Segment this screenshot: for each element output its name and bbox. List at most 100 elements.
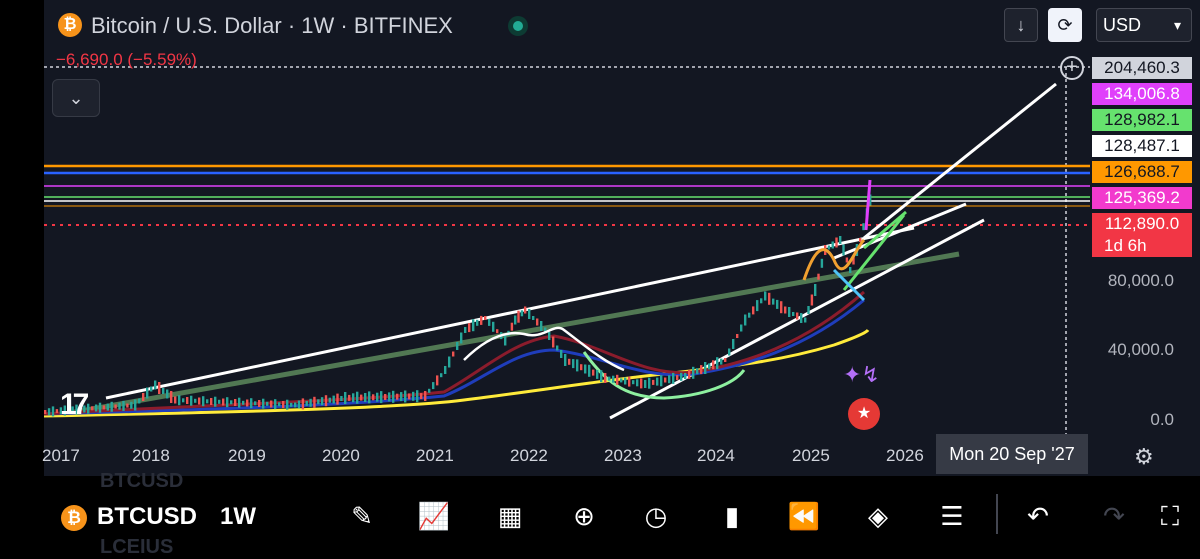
candle: [740, 324, 743, 332]
candle: [772, 298, 775, 305]
redo-icon[interactable]: ↷: [1094, 498, 1134, 534]
candle: [286, 399, 289, 410]
candle: [804, 317, 807, 323]
candle: [756, 300, 759, 312]
candle: [520, 310, 524, 317]
candle: [792, 312, 795, 316]
candle: [572, 359, 575, 369]
candle: [680, 372, 683, 381]
candle: [154, 380, 157, 390]
candle: [708, 363, 711, 370]
candle: [480, 315, 483, 325]
gear-icon[interactable]: ⚙: [1134, 444, 1154, 470]
candle: [636, 379, 639, 387]
currency-value: USD: [1103, 15, 1142, 35]
candle: [436, 375, 439, 386]
download-button[interactable]: ↓: [1004, 8, 1038, 42]
candle: [182, 398, 185, 403]
us-flag-icon[interactable]: ★: [848, 398, 880, 430]
settings-sliders-icon[interactable]: ☰: [932, 498, 972, 534]
candle: [831, 241, 834, 249]
indicators-icon[interactable]: 📈: [414, 498, 454, 534]
candle: [194, 398, 197, 403]
candle: [332, 395, 335, 404]
crosshair-add-icon[interactable]: +: [1060, 56, 1084, 80]
candle: [839, 236, 842, 244]
candle: [620, 378, 623, 383]
candle: [238, 397, 241, 408]
candle: [600, 370, 603, 383]
alarm-icon[interactable]: ◷: [636, 498, 676, 534]
candle: [720, 358, 723, 365]
candle: [728, 348, 731, 356]
grid-icon[interactable]: ▦: [490, 498, 530, 534]
candle: [640, 378, 643, 389]
symbol-button[interactable]: BTCUSD: [97, 503, 197, 531]
candle: [364, 393, 367, 402]
add-icon[interactable]: ⊕: [564, 498, 604, 534]
candle: [624, 377, 627, 385]
price-label-magenta: 134,006.8: [1092, 83, 1192, 105]
candle: [142, 393, 145, 401]
candles-icon[interactable]: ▮: [712, 498, 752, 534]
undo-icon[interactable]: ↶: [1018, 498, 1058, 534]
candle: [110, 401, 113, 412]
candle: [612, 375, 615, 383]
candle: [517, 310, 520, 323]
candle: [510, 322, 514, 331]
bitcoin-icon: ₿: [58, 13, 82, 37]
candle: [796, 312, 799, 320]
candle: [764, 291, 767, 301]
x-tick: 2023: [604, 446, 642, 465]
candle: [87, 403, 90, 414]
candle: [210, 398, 213, 405]
candle: [226, 397, 229, 408]
candle: [456, 342, 459, 350]
candle: [684, 373, 687, 379]
candle: [396, 393, 399, 400]
candle: [51, 406, 55, 417]
chevron-down-icon[interactable]: ⌄: [52, 79, 100, 117]
candle: [166, 389, 169, 399]
currency-select[interactable]: USD ▾: [1096, 8, 1192, 42]
price-chart[interactable]: [44, 0, 1200, 476]
sync-button[interactable]: ⟳: [1048, 8, 1082, 42]
candle: [376, 392, 379, 402]
candle: [352, 393, 355, 403]
candle: [628, 376, 631, 387]
candle: [282, 401, 285, 408]
candle: [432, 382, 435, 390]
x-tick: 2026: [886, 446, 924, 465]
x-tick: 2024: [697, 446, 735, 465]
candle: [568, 358, 571, 365]
tradingview-logo: 17: [60, 388, 89, 421]
rewind-icon[interactable]: ⏪: [784, 498, 824, 534]
pencil-icon[interactable]: ✎: [342, 498, 382, 534]
candle: [134, 399, 137, 411]
timeframe-button[interactable]: 1W: [220, 503, 256, 531]
candle: [444, 366, 447, 374]
candle: [492, 321, 495, 332]
candle: [556, 345, 559, 351]
candle: [656, 377, 659, 386]
candle: [106, 403, 109, 411]
x-tick: 2018: [132, 446, 170, 465]
candle: [564, 354, 567, 366]
lightning-icon[interactable]: ✦↯: [843, 362, 880, 392]
candle: [468, 323, 471, 333]
candle: [552, 336, 555, 348]
candle: [827, 245, 831, 250]
candle: [576, 359, 579, 372]
candle: [270, 400, 273, 408]
candle: [392, 390, 395, 403]
x-tick: 2020: [322, 446, 360, 465]
fullscreen-icon[interactable]: ⛶: [1150, 498, 1190, 534]
layers-icon[interactable]: ◈: [858, 498, 898, 534]
chart-area[interactable]: [44, 0, 1200, 476]
candle: [704, 362, 707, 374]
candle: [174, 396, 177, 404]
crosshair-date-label: Mon 20 Sep '27: [936, 434, 1088, 474]
y-tick: 80,000.0: [1107, 271, 1174, 290]
candle: [158, 382, 161, 394]
symbol-title[interactable]: Bitcoin / U.S. Dollar · 1W · BITFINEX: [91, 13, 453, 39]
